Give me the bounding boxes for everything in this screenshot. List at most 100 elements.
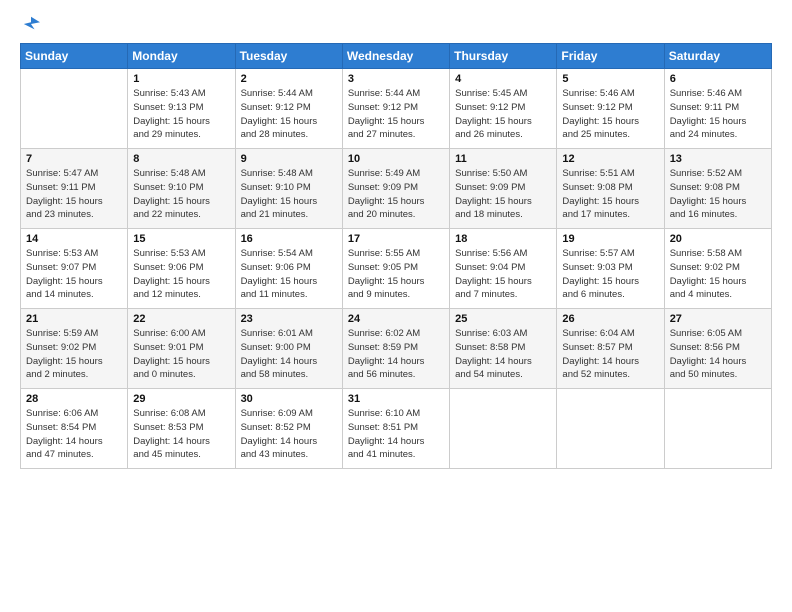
day-info: Sunrise: 5:44 AMSunset: 9:12 PMDaylight:… bbox=[348, 87, 444, 142]
logo bbox=[20, 15, 40, 33]
day-info: Sunrise: 6:05 AMSunset: 8:56 PMDaylight:… bbox=[670, 327, 766, 382]
day-number: 7 bbox=[26, 153, 122, 165]
day-number: 6 bbox=[670, 73, 766, 85]
calendar-cell: 22Sunrise: 6:00 AMSunset: 9:01 PMDayligh… bbox=[128, 309, 235, 389]
weekday-header-friday: Friday bbox=[557, 44, 664, 69]
calendar-week-5: 28Sunrise: 6:06 AMSunset: 8:54 PMDayligh… bbox=[21, 389, 772, 469]
day-info: Sunrise: 5:49 AMSunset: 9:09 PMDaylight:… bbox=[348, 167, 444, 222]
calendar-cell: 17 Sunrise: 5:55 AMSunset: 9:05 PMDayligh… bbox=[342, 229, 449, 309]
calendar-cell: 16 Sunrise: 5:54 AMSunset: 9:06 PMDayligh… bbox=[235, 229, 342, 309]
day-number: 31 bbox=[348, 393, 444, 405]
calendar-cell: 19Sunrise: 5:57 AMSunset: 9:03 PMDayligh… bbox=[557, 229, 664, 309]
weekday-header-sunday: Sunday bbox=[21, 44, 128, 69]
weekday-header-monday: Monday bbox=[128, 44, 235, 69]
day-number: 10 bbox=[348, 153, 444, 165]
day-number: 25 bbox=[455, 313, 551, 325]
day-number: 1 bbox=[133, 73, 229, 85]
day-number: 17 bbox=[348, 233, 444, 245]
day-number: 3 bbox=[348, 73, 444, 85]
calendar-week-2: 7 Sunrise: 5:47 AMSunset: 9:11 PMDaylight… bbox=[21, 149, 772, 229]
calendar-cell: 23 Sunrise: 6:01 AMSunset: 9:00 PMDayligh… bbox=[235, 309, 342, 389]
calendar-cell: 18 Sunrise: 5:56 AMSunset: 9:04 PMDayligh… bbox=[450, 229, 557, 309]
day-number: 9 bbox=[241, 153, 337, 165]
day-number: 16 bbox=[241, 233, 337, 245]
day-number: 4 bbox=[455, 73, 551, 85]
weekday-header-row: SundayMondayTuesdayWednesdayThursdayFrid… bbox=[21, 44, 772, 69]
logo-bird-icon bbox=[22, 15, 40, 33]
day-number: 11 bbox=[455, 153, 551, 165]
calendar-cell: 8Sunrise: 5:48 AMSunset: 9:10 PMDaylight… bbox=[128, 149, 235, 229]
day-info: Sunrise: 5:55 AMSunset: 9:05 PMDaylight:… bbox=[348, 247, 444, 302]
calendar-cell: 10 Sunrise: 5:49 AMSunset: 9:09 PMDayligh… bbox=[342, 149, 449, 229]
day-info: Sunrise: 5:48 AMSunset: 9:10 PMDaylight:… bbox=[133, 167, 229, 222]
day-info: Sunrise: 5:48 AMSunset: 9:10 PMDaylight:… bbox=[241, 167, 337, 222]
header bbox=[20, 15, 772, 33]
day-info: Sunrise: 5:56 AMSunset: 9:04 PMDaylight:… bbox=[455, 247, 551, 302]
day-info: Sunrise: 6:10 AMSunset: 8:51 PMDaylight:… bbox=[348, 407, 444, 462]
day-number: 21 bbox=[26, 313, 122, 325]
day-info: Sunrise: 5:51 AMSunset: 9:08 PMDaylight:… bbox=[562, 167, 658, 222]
day-number: 15 bbox=[133, 233, 229, 245]
day-info: Sunrise: 6:06 AMSunset: 8:54 PMDaylight:… bbox=[26, 407, 122, 462]
calendar-cell: 3 Sunrise: 5:44 AMSunset: 9:12 PMDaylight… bbox=[342, 69, 449, 149]
day-number: 18 bbox=[455, 233, 551, 245]
day-number: 2 bbox=[241, 73, 337, 85]
day-info: Sunrise: 6:01 AMSunset: 9:00 PMDaylight:… bbox=[241, 327, 337, 382]
calendar-cell: 12 Sunrise: 5:51 AMSunset: 9:08 PMDayligh… bbox=[557, 149, 664, 229]
calendar-cell: 5 Sunrise: 5:46 AMSunset: 9:12 PMDaylight… bbox=[557, 69, 664, 149]
day-number: 29 bbox=[133, 393, 229, 405]
day-info: Sunrise: 6:04 AMSunset: 8:57 PMDaylight:… bbox=[562, 327, 658, 382]
calendar-week-3: 14 Sunrise: 5:53 AMSunset: 9:07 PMDayligh… bbox=[21, 229, 772, 309]
calendar-cell: 28Sunrise: 6:06 AMSunset: 8:54 PMDayligh… bbox=[21, 389, 128, 469]
day-info: Sunrise: 5:45 AMSunset: 9:12 PMDaylight:… bbox=[455, 87, 551, 142]
calendar-cell bbox=[557, 389, 664, 469]
day-info: Sunrise: 5:53 AMSunset: 9:07 PMDaylight:… bbox=[26, 247, 122, 302]
calendar-cell: 9 Sunrise: 5:48 AMSunset: 9:10 PMDaylight… bbox=[235, 149, 342, 229]
calendar-cell: 25 Sunrise: 6:03 AMSunset: 8:58 PMDayligh… bbox=[450, 309, 557, 389]
calendar-cell: 11 Sunrise: 5:50 AMSunset: 9:09 PMDayligh… bbox=[450, 149, 557, 229]
logo-text bbox=[20, 15, 40, 33]
day-info: Sunrise: 5:46 AMSunset: 9:12 PMDaylight:… bbox=[562, 87, 658, 142]
calendar-cell: 24Sunrise: 6:02 AMSunset: 8:59 PMDayligh… bbox=[342, 309, 449, 389]
day-info: Sunrise: 5:58 AMSunset: 9:02 PMDaylight:… bbox=[670, 247, 766, 302]
day-info: Sunrise: 5:44 AMSunset: 9:12 PMDaylight:… bbox=[241, 87, 337, 142]
calendar-cell: 7 Sunrise: 5:47 AMSunset: 9:11 PMDaylight… bbox=[21, 149, 128, 229]
day-info: Sunrise: 5:50 AMSunset: 9:09 PMDaylight:… bbox=[455, 167, 551, 222]
day-info: Sunrise: 6:08 AMSunset: 8:53 PMDaylight:… bbox=[133, 407, 229, 462]
day-number: 13 bbox=[670, 153, 766, 165]
calendar-cell: 14 Sunrise: 5:53 AMSunset: 9:07 PMDayligh… bbox=[21, 229, 128, 309]
day-info: Sunrise: 6:03 AMSunset: 8:58 PMDaylight:… bbox=[455, 327, 551, 382]
day-info: Sunrise: 6:09 AMSunset: 8:52 PMDaylight:… bbox=[241, 407, 337, 462]
day-info: Sunrise: 5:53 AMSunset: 9:06 PMDaylight:… bbox=[133, 247, 229, 302]
day-number: 22 bbox=[133, 313, 229, 325]
day-number: 20 bbox=[670, 233, 766, 245]
day-number: 27 bbox=[670, 313, 766, 325]
calendar-cell: 26 Sunrise: 6:04 AMSunset: 8:57 PMDayligh… bbox=[557, 309, 664, 389]
calendar-cell: 13Sunrise: 5:52 AMSunset: 9:08 PMDayligh… bbox=[664, 149, 771, 229]
weekday-header-saturday: Saturday bbox=[664, 44, 771, 69]
day-info: Sunrise: 5:59 AMSunset: 9:02 PMDaylight:… bbox=[26, 327, 122, 382]
day-number: 30 bbox=[241, 393, 337, 405]
weekday-header-wednesday: Wednesday bbox=[342, 44, 449, 69]
calendar-table: SundayMondayTuesdayWednesdayThursdayFrid… bbox=[20, 43, 772, 469]
calendar-cell: 2 Sunrise: 5:44 AMSunset: 9:12 PMDaylight… bbox=[235, 69, 342, 149]
calendar-cell: 21 Sunrise: 5:59 AMSunset: 9:02 PMDayligh… bbox=[21, 309, 128, 389]
day-number: 23 bbox=[241, 313, 337, 325]
weekday-header-tuesday: Tuesday bbox=[235, 44, 342, 69]
day-info: Sunrise: 5:47 AMSunset: 9:11 PMDaylight:… bbox=[26, 167, 122, 222]
page: SundayMondayTuesdayWednesdayThursdayFrid… bbox=[0, 0, 792, 612]
day-info: Sunrise: 5:57 AMSunset: 9:03 PMDaylight:… bbox=[562, 247, 658, 302]
calendar-cell: 29 Sunrise: 6:08 AMSunset: 8:53 PMDayligh… bbox=[128, 389, 235, 469]
day-number: 14 bbox=[26, 233, 122, 245]
calendar-cell: 27 Sunrise: 6:05 AMSunset: 8:56 PMDayligh… bbox=[664, 309, 771, 389]
weekday-header-thursday: Thursday bbox=[450, 44, 557, 69]
calendar-week-1: 1Sunrise: 5:43 AMSunset: 9:13 PMDaylight… bbox=[21, 69, 772, 149]
calendar-cell: 15 Sunrise: 5:53 AMSunset: 9:06 PMDayligh… bbox=[128, 229, 235, 309]
calendar-cell: 31 Sunrise: 6:10 AMSunset: 8:51 PMDayligh… bbox=[342, 389, 449, 469]
day-number: 12 bbox=[562, 153, 658, 165]
day-number: 26 bbox=[562, 313, 658, 325]
calendar-week-4: 21 Sunrise: 5:59 AMSunset: 9:02 PMDayligh… bbox=[21, 309, 772, 389]
day-info: Sunrise: 5:54 AMSunset: 9:06 PMDaylight:… bbox=[241, 247, 337, 302]
calendar-cell bbox=[450, 389, 557, 469]
day-number: 5 bbox=[562, 73, 658, 85]
